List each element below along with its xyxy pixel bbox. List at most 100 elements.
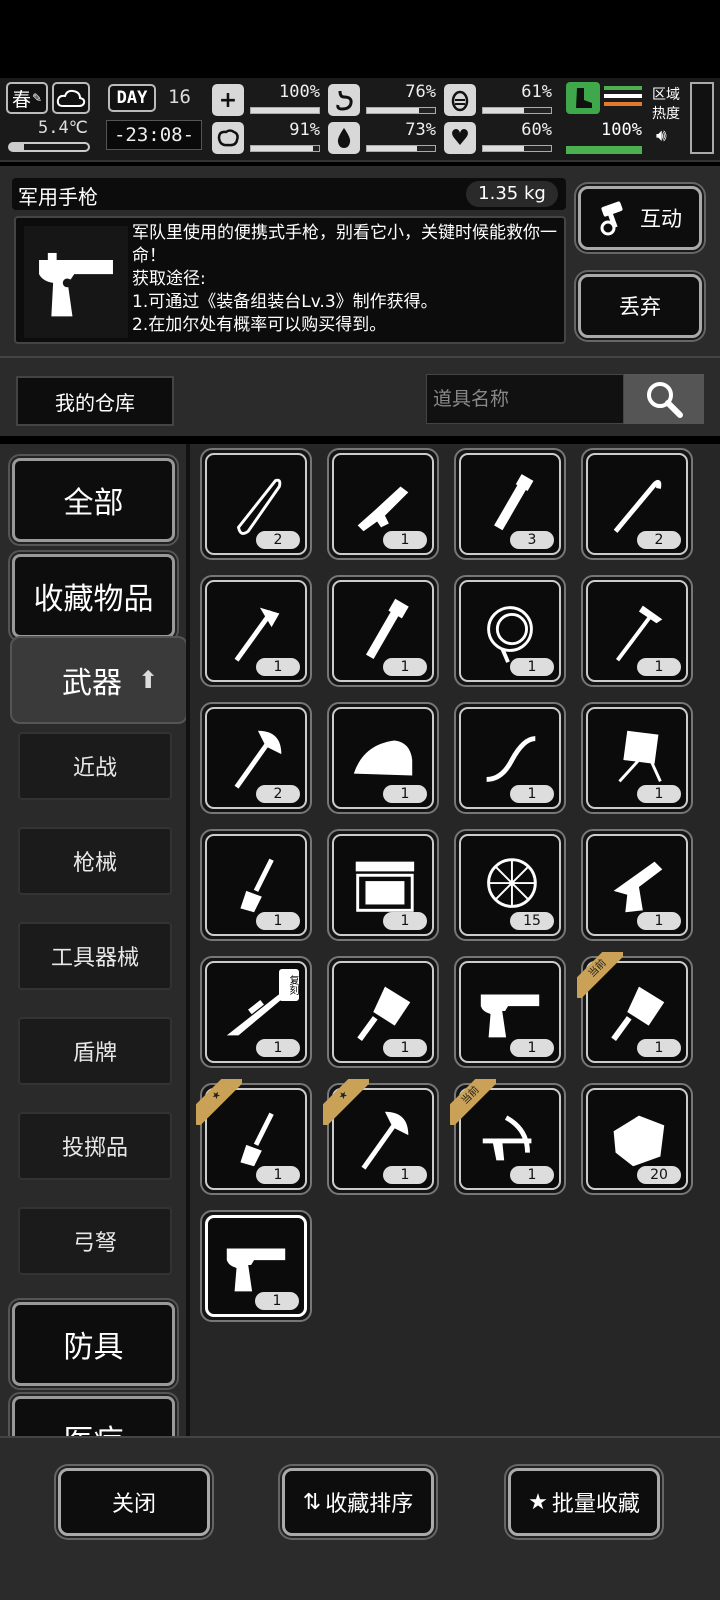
category-weapons[interactable]: 武器 ⬆ <box>12 638 186 722</box>
warehouse-toolbar: 我的仓库 <box>0 356 720 436</box>
current-ribbon: 当前 <box>450 1079 496 1125</box>
clock-display: -23:08- <box>106 120 202 150</box>
item-source-1: 1.可通过《装备组装台Lv.3》制作获得。 <box>132 292 438 312</box>
subcategory-shields[interactable]: 盾牌 <box>18 1017 172 1085</box>
discard-button[interactable]: 丢弃 <box>578 274 702 338</box>
inventory-slot[interactable]: 20 <box>581 1083 693 1195</box>
sanity-stat: 91% <box>212 120 324 156</box>
inventory-slot[interactable]: 2 <box>200 448 312 560</box>
item-count: 1 <box>637 785 681 803</box>
category-favorites[interactable]: 收藏物品 <box>12 554 175 638</box>
inventory-slot[interactable]: 1 <box>327 575 439 687</box>
item-count: 1 <box>256 658 300 676</box>
category-all[interactable]: 全部 <box>12 458 175 542</box>
inventory-slot[interactable]: 1 <box>327 956 439 1068</box>
day-label: DAY <box>116 88 148 108</box>
mood-stat: ♥ 60% <box>444 120 556 156</box>
iron-icon <box>353 740 413 776</box>
health-stat: + 100% <box>212 82 324 118</box>
inventory-slot[interactable]: 1 <box>327 829 439 941</box>
item-count: 1 <box>383 531 427 549</box>
speaker-icon: 🔊︎ <box>656 126 667 146</box>
inventory-slot[interactable]: 1 <box>581 829 693 941</box>
inventory-slot-frame: 1 <box>586 834 688 936</box>
inventory-slot[interactable]: 1 ★ <box>196 1079 312 1195</box>
inventory-slot-frame: 20 <box>586 1088 688 1190</box>
thirst-stat: 73% <box>328 120 440 156</box>
category-weapons-label: 武器 <box>62 666 122 701</box>
search-button[interactable] <box>624 374 704 424</box>
subcategory-bows[interactable]: 弓弩 <box>18 1207 172 1275</box>
item-weight: 1.35 kg <box>466 181 558 207</box>
inventory-slot[interactable]: 1 <box>327 448 439 560</box>
inventory-slot[interactable]: 2 <box>581 448 693 560</box>
season-label: 春 <box>11 88 31 111</box>
inventory-slot[interactable]: 1 <box>327 702 439 814</box>
inventory-slot[interactable]: 15 <box>454 829 566 941</box>
inventory-slot[interactable]: 1 <box>200 829 312 941</box>
item-detail-panel: 军用手枪 1.35 kg 军队里使用的便携式手枪，别看它小，关键时候能救你一命！… <box>0 166 720 356</box>
inventory-slot-frame: 1 <box>205 1215 307 1317</box>
net-icon <box>487 858 537 908</box>
sort-favorites-label: 收藏排序 <box>325 1492 414 1517</box>
bladder-stat: 61% <box>444 82 556 118</box>
close-button[interactable]: 关闭 <box>58 1468 210 1536</box>
weather-indicator <box>52 82 90 114</box>
item-description-box: 军队里使用的便携式手枪，别看它小，关键时候能救你一命！ 获取途径: 1.可通过《… <box>14 216 566 344</box>
inventory-slot[interactable]: 1 <box>454 702 566 814</box>
swap-arrows-icon: ⇅ <box>302 1489 322 1515</box>
inventory-slot[interactable]: 1 ★ <box>323 1079 439 1195</box>
stamina-value: 100% <box>601 120 642 140</box>
item-header: 军用手枪 1.35 kg <box>12 178 566 210</box>
water-drop-icon <box>328 122 360 154</box>
inventory-slot[interactable]: 1 <box>200 1210 312 1322</box>
health-bar <box>250 107 320 114</box>
inventory-slot[interactable]: 3 <box>454 448 566 560</box>
sanity-value: 91% <box>289 120 320 140</box>
warehouse-label: 我的仓库 <box>55 390 135 415</box>
subcategory-tools-label: 工具器械 <box>50 946 139 971</box>
sort-favorites-button[interactable]: ⇅ 收藏排序 <box>282 1468 434 1536</box>
category-medical[interactable]: 医疗 <box>12 1396 175 1436</box>
inventory-slot[interactable]: 1 当前 <box>577 952 693 1068</box>
item-count: 1 <box>637 658 681 676</box>
interact-label: 互动 <box>640 207 682 231</box>
inventory-slot[interactable]: 1 <box>200 575 312 687</box>
bow-icon <box>486 736 536 782</box>
ribbon-label: 当前 <box>450 1079 496 1125</box>
interact-button[interactable]: 互动 <box>578 186 702 250</box>
subcategory-tools[interactable]: 工具器械 <box>18 922 172 990</box>
inventory-slot-frame: 2 <box>586 453 688 555</box>
hammer-icon <box>615 605 663 662</box>
cleaver-icon <box>357 986 411 1041</box>
ribbon-label: ★ <box>323 1079 369 1125</box>
ribbon-label: ★ <box>196 1079 242 1125</box>
category-sidebar: 全部 收藏物品 武器 ⬆ 近战 枪械 工具器械 盾牌 投掷品 弓弩 防具 医疗 <box>0 444 188 1436</box>
inventory-slot[interactable]: 1 <box>454 575 566 687</box>
inventory-slot-frame: 15 <box>459 834 561 936</box>
inventory-slot[interactable]: 1 当前 <box>450 1079 566 1195</box>
search-input[interactable] <box>426 374 624 424</box>
subcategory-melee[interactable]: 近战 <box>18 732 172 800</box>
inventory-slot[interactable]: 1 <box>581 702 693 814</box>
inventory-slot-frame: 1 <box>332 707 434 809</box>
inventory-slot-frame: 2 <box>205 707 307 809</box>
discard-label: 丢弃 <box>619 295 661 319</box>
revolver-icon <box>613 861 663 913</box>
inventory-slot[interactable]: 1 复刻 <box>200 956 312 1068</box>
bladder-value: 61% <box>521 82 552 102</box>
crowbar-icon <box>613 479 662 533</box>
inventory-slot-frame: 3 <box>459 453 561 555</box>
batch-favorite-button[interactable]: ★ 批量收藏 <box>508 1468 660 1536</box>
inventory-slot[interactable]: 1 <box>581 575 693 687</box>
subcategory-throwables[interactable]: 投掷品 <box>18 1112 172 1180</box>
item-count: 20 <box>637 1166 681 1184</box>
category-armor[interactable]: 防具 <box>12 1302 175 1386</box>
inventory-slot-frame: 1 <box>205 834 307 936</box>
season-indicator: 春 ✎ <box>6 82 48 114</box>
inventory-slot[interactable]: 1 <box>454 956 566 1068</box>
star-icon: ★ <box>528 1489 548 1515</box>
thirst-value: 73% <box>405 120 436 140</box>
inventory-slot[interactable]: 2 <box>200 702 312 814</box>
subcategory-firearms[interactable]: 枪械 <box>18 827 172 895</box>
